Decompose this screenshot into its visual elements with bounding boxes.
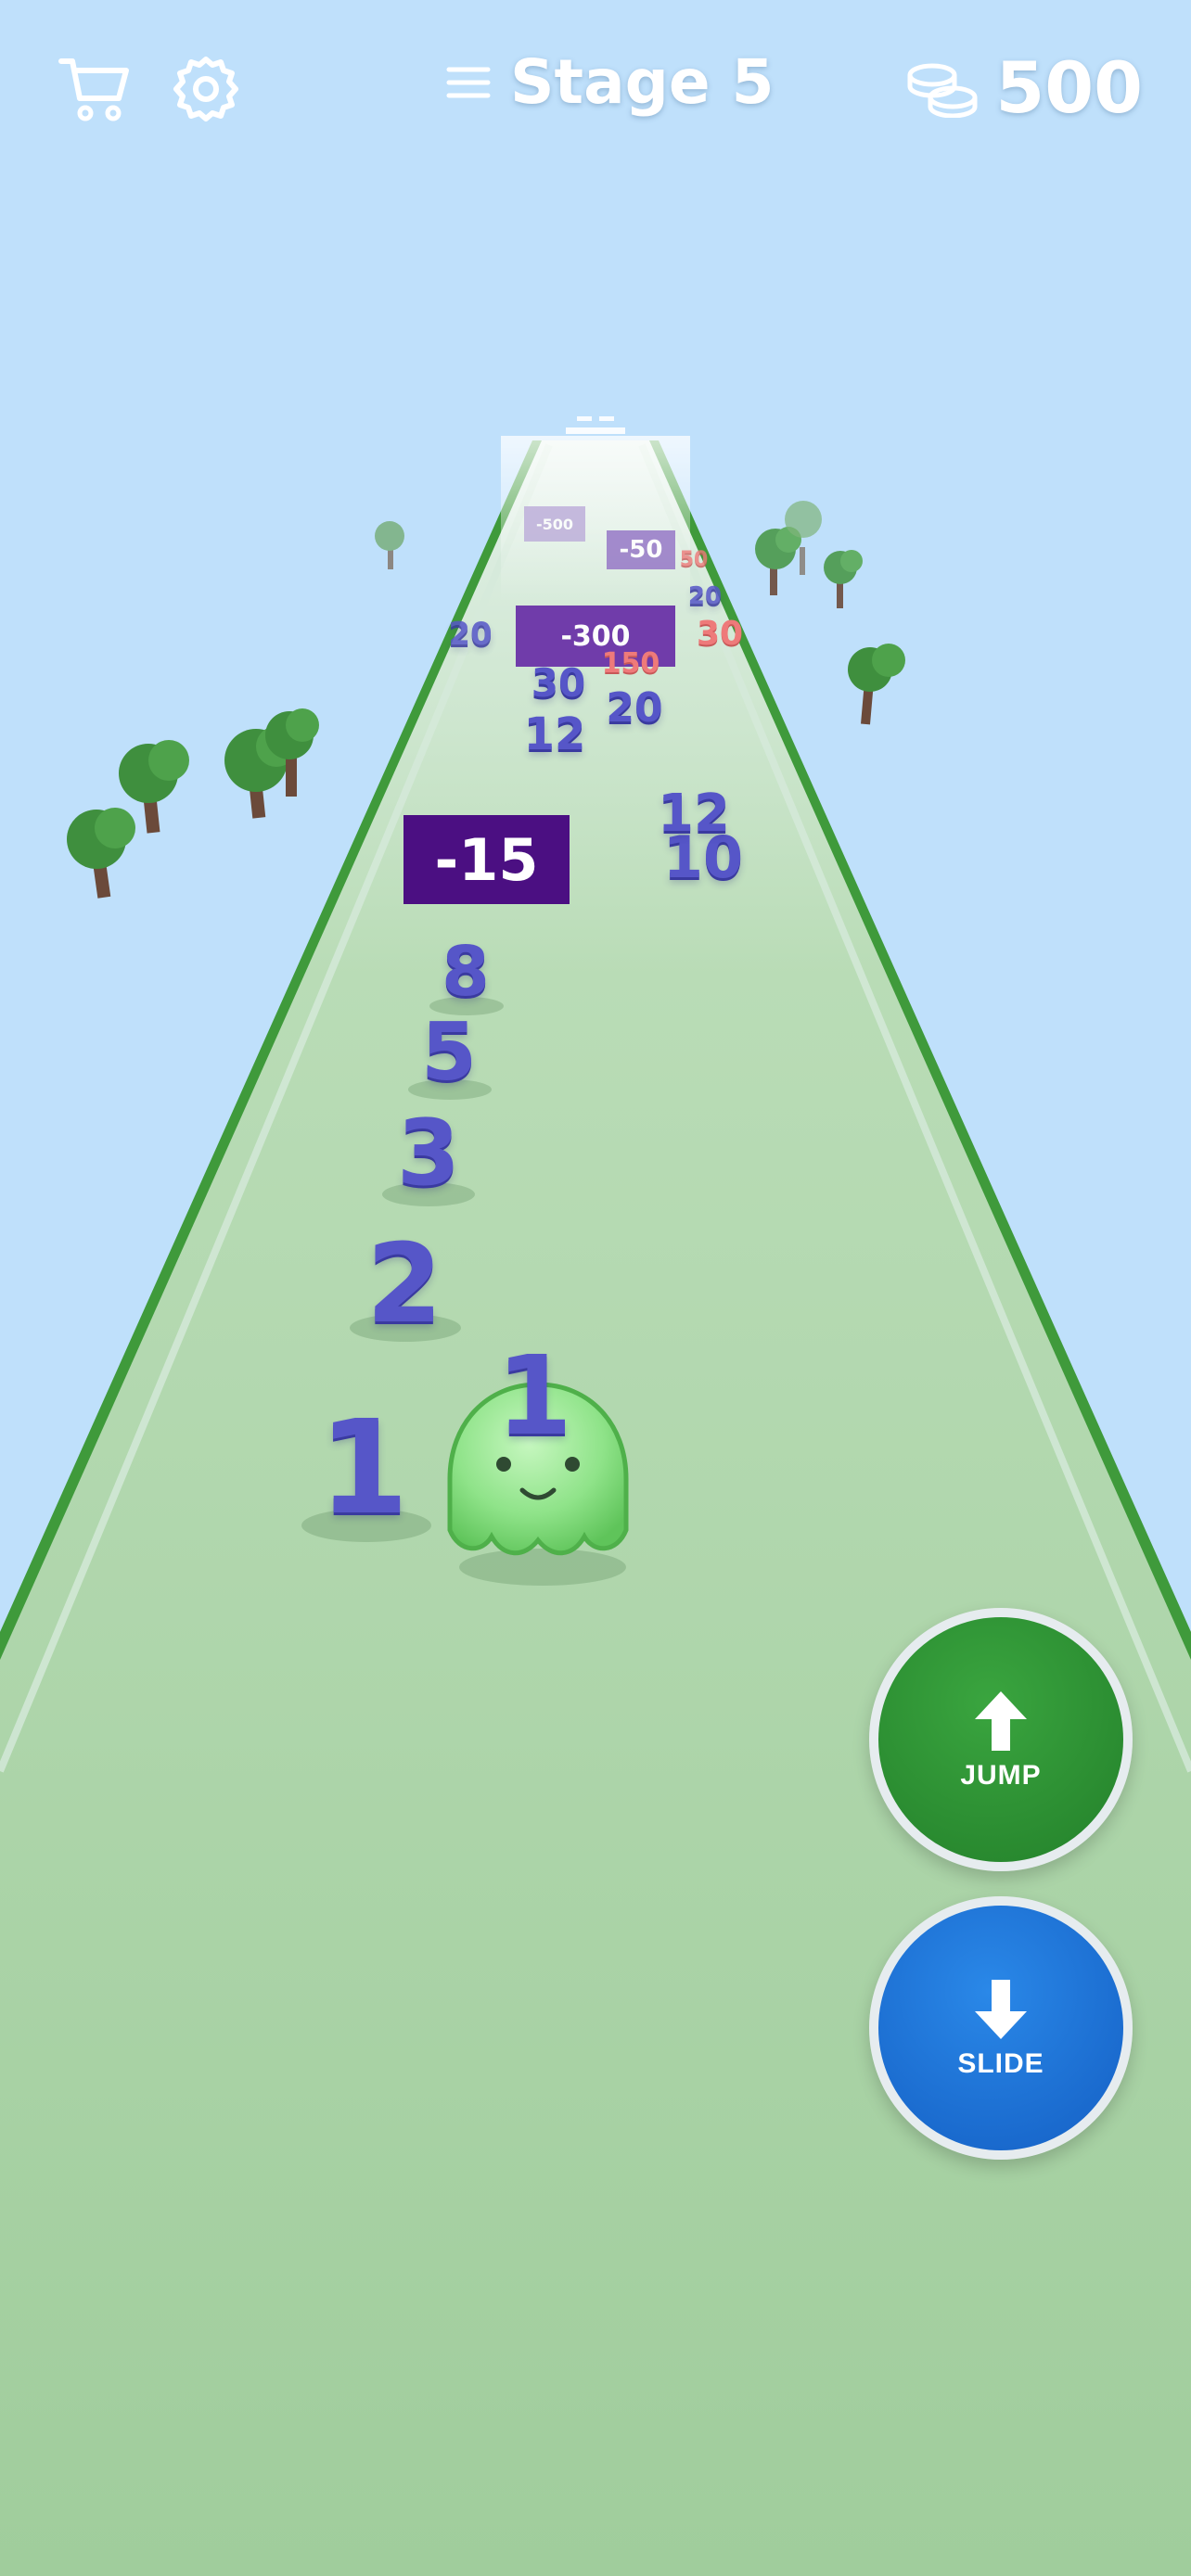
number-pickup: 30 — [696, 615, 744, 653]
coin-value: 500 — [995, 46, 1143, 129]
number-pickup: 8 — [442, 932, 490, 1012]
tree — [824, 550, 863, 608]
menu-icon[interactable] — [445, 64, 492, 101]
number-pickup: 1 — [318, 1393, 409, 1544]
arrow-down-icon — [975, 1980, 1027, 2039]
number-pickup: 20 — [687, 582, 723, 610]
obstacle-block: -50 — [607, 530, 675, 569]
coin-counter: 500 — [906, 46, 1143, 129]
gear-icon — [173, 57, 238, 121]
shopping-cart-icon — [58, 58, 129, 121]
player-value: 1 — [495, 1332, 573, 1460]
obstacle-value: -15 — [434, 825, 539, 894]
obstacle-value: -50 — [619, 536, 663, 564]
number-pickup: 3 — [396, 1101, 461, 1206]
game-scene[interactable]: -15 -300 -50 -500 1 2 3 5 8 10 12 12 20 … — [0, 0, 1191, 2576]
jump-button[interactable]: JUMP — [869, 1608, 1133, 1871]
trees — [67, 501, 905, 899]
number-pickup: 50 — [679, 548, 709, 571]
settings-button[interactable] — [165, 51, 247, 127]
number-pickup: 20 — [606, 684, 663, 732]
tree — [375, 521, 404, 569]
number-pickup: 12 — [523, 708, 586, 760]
stage-header: Stage 5 — [445, 46, 775, 118]
number-pickup: 150 — [601, 647, 660, 680]
shop-button[interactable] — [54, 51, 135, 127]
slide-button[interactable]: SLIDE — [869, 1896, 1133, 2160]
slide-label: SLIDE — [957, 2048, 1044, 2079]
number-pickup: 30 — [531, 660, 586, 706]
stage-label: Stage 5 — [510, 46, 775, 118]
obstacle-value: -500 — [535, 515, 574, 533]
tree — [67, 808, 135, 899]
tree — [755, 527, 801, 595]
obstacle-block: -15 — [403, 815, 570, 904]
coin-stack-icon — [907, 63, 978, 118]
obstacle-block: -500 — [524, 506, 585, 542]
jump-label: JUMP — [960, 1760, 1042, 1791]
number-pickup: 2 — [365, 1219, 443, 1347]
number-pickup: 20 — [448, 616, 493, 653]
number-pickup: 12 — [658, 784, 730, 844]
number-pickup: 5 — [421, 1006, 477, 1099]
tree — [848, 644, 905, 725]
arrow-up-icon — [975, 1691, 1027, 1751]
